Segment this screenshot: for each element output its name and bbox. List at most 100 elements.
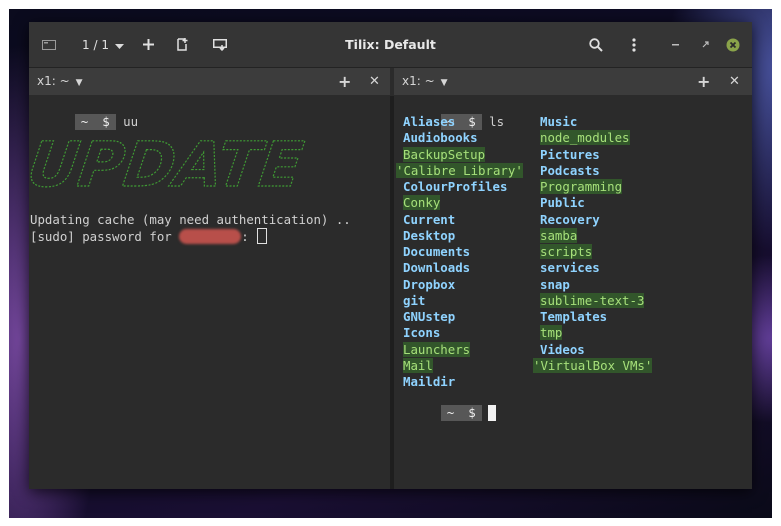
- titlebar: 1 / 1 Tilix: Default: [29, 22, 752, 68]
- left-pane-title[interactable]: x1: ~ ▼: [37, 68, 83, 97]
- directory-entry: Current: [403, 212, 455, 228]
- directory-name: Audiobooks: [403, 130, 478, 146]
- tilix-window: 1 / 1 Tilix: Default x1: ~ ▼ + ✕ x1: ~ ▼…: [29, 22, 752, 489]
- directory-entry: Dropbox: [403, 277, 455, 293]
- text-cursor: [257, 228, 268, 244]
- directory-name: git: [403, 292, 426, 308]
- output-line: Updating cache (may need authentication)…: [30, 212, 351, 227]
- close-terminal-icon[interactable]: ✕: [369, 68, 380, 95]
- directory-name: GNUstep: [403, 309, 456, 324]
- directory-name: 'Calibre Library': [396, 162, 523, 178]
- directory-name: Maildir: [403, 374, 456, 389]
- add-terminal-plus-icon[interactable]: +: [338, 68, 351, 95]
- minimize-icon[interactable]: [668, 22, 682, 67]
- directory-name: Documents: [403, 244, 471, 259]
- left-terminal[interactable]: ~ $ uu UPDATE Updating cache (may need au…: [29, 96, 390, 489]
- directory-entry: Programming: [540, 179, 623, 195]
- directory-entry: GNUstep: [403, 309, 455, 325]
- directory-entry: Pictures: [540, 147, 600, 163]
- close-terminal-icon[interactable]: ✕: [729, 68, 740, 95]
- sync-input-icon[interactable]: [210, 22, 230, 67]
- directory-entry: git: [403, 293, 425, 309]
- directory-name: services: [540, 260, 600, 276]
- directory-entry: Conky: [403, 195, 441, 211]
- directory-entry: Recovery: [540, 212, 600, 228]
- directory-name: samba: [540, 227, 578, 243]
- chevron-down-icon: [114, 35, 124, 54]
- prompt-dir: ~: [446, 405, 455, 420]
- directory-name: snap: [540, 276, 570, 292]
- directory-name: BackupSetup: [403, 146, 486, 162]
- directory-entry: scripts: [540, 244, 593, 260]
- text-cursor: [487, 405, 496, 421]
- left-pane-title-text: x1: ~: [37, 74, 70, 88]
- right-pane-title[interactable]: x1: ~ ▼: [402, 68, 448, 97]
- sudo-prompt-text: [sudo] password for: [30, 229, 180, 244]
- directory-entry: Podcasts: [540, 163, 600, 179]
- directory-name: Podcasts: [540, 162, 600, 178]
- directory-name: Pictures: [540, 146, 600, 162]
- search-icon[interactable]: [586, 22, 606, 67]
- directory-entry: samba: [540, 227, 578, 244]
- prompt-line: ~ $ ls: [396, 98, 504, 130]
- directory-entry: tmp: [540, 325, 563, 341]
- directory-entry: Desktop: [403, 228, 455, 244]
- directory-name: ColourProfiles: [403, 179, 508, 194]
- directory-name: Programming: [540, 179, 623, 194]
- directory-entry: BackupSetup: [403, 146, 486, 163]
- directory-name: Desktop: [403, 227, 456, 243]
- sudo-colon: :: [241, 229, 249, 244]
- directory-entry: snap: [540, 277, 570, 293]
- directory-name: node_modules: [540, 130, 630, 146]
- directory-entry: Aliases: [403, 114, 455, 130]
- directory-entry: Templates: [540, 309, 607, 325]
- directory-name: Templates: [540, 309, 608, 324]
- add-terminal-plus-icon[interactable]: +: [697, 68, 710, 95]
- directory-name: Aliases: [403, 114, 456, 129]
- directory-entry: Icons: [403, 325, 440, 341]
- close-icon[interactable]: [725, 22, 741, 67]
- right-terminal[interactable]: ~ $ ls Aliases Audiobooks BackupSetup 'Calib…: [394, 96, 752, 489]
- right-pane-title-text: x1: ~: [402, 74, 435, 88]
- directory-name: Launchers: [403, 341, 471, 357]
- prompt: ~ $: [440, 405, 482, 421]
- prompt-line: ~ $ uu: [30, 98, 138, 130]
- directory-name: Icons: [403, 325, 441, 341]
- command-text: ls: [489, 114, 505, 129]
- directory-entry: node_modules: [540, 130, 630, 146]
- directory-name: Recovery: [540, 211, 600, 227]
- new-window-icon[interactable]: [174, 22, 192, 67]
- left-pane-header[interactable]: x1: ~ ▼ + ✕: [29, 68, 390, 95]
- directory-name: scripts: [540, 244, 593, 259]
- right-pane-header[interactable]: x1: ~ ▼ + ✕: [394, 68, 752, 95]
- directory-entry: ColourProfiles: [403, 179, 507, 195]
- directory-name: Videos: [540, 341, 585, 357]
- redacted-username: [179, 229, 242, 244]
- directory-entry: Downloads: [403, 260, 470, 276]
- directory-entry: Mail: [403, 357, 433, 374]
- terminal-icon[interactable]: [39, 22, 59, 67]
- directory-name: Dropbox: [403, 276, 456, 292]
- directory-name: sublime-text-3: [540, 292, 645, 308]
- directory-entry: Launchers: [403, 341, 471, 358]
- directory-entry: Documents: [403, 244, 470, 260]
- update-banner-ascii-art: UPDATE: [29, 128, 308, 198]
- directory-entry: Music: [540, 114, 577, 130]
- maximize-icon[interactable]: [698, 22, 712, 67]
- directory-name: Downloads: [403, 260, 471, 276]
- window-title: Tilix: Default: [345, 37, 436, 52]
- directory-entry: Maildir: [403, 374, 455, 390]
- session-count: 1 / 1: [82, 37, 109, 52]
- session-switcher[interactable]: 1 / 1: [79, 22, 127, 67]
- directory-name: Conky: [403, 195, 441, 211]
- sudo-password-line: [sudo] password for :: [30, 228, 268, 244]
- kebab-menu-icon[interactable]: [626, 22, 642, 67]
- prompt-symbol: $: [468, 114, 476, 129]
- prompt-symbol: $: [468, 405, 476, 420]
- plus-icon[interactable]: [139, 22, 157, 67]
- chevron-down-icon: ▼: [75, 78, 83, 88]
- directory-entry: Videos: [540, 342, 585, 358]
- chevron-down-icon: ▼: [440, 78, 448, 88]
- directory-entry: 'VirtualBox VMs': [533, 357, 653, 374]
- directory-entry: 'Calibre Library': [396, 162, 523, 179]
